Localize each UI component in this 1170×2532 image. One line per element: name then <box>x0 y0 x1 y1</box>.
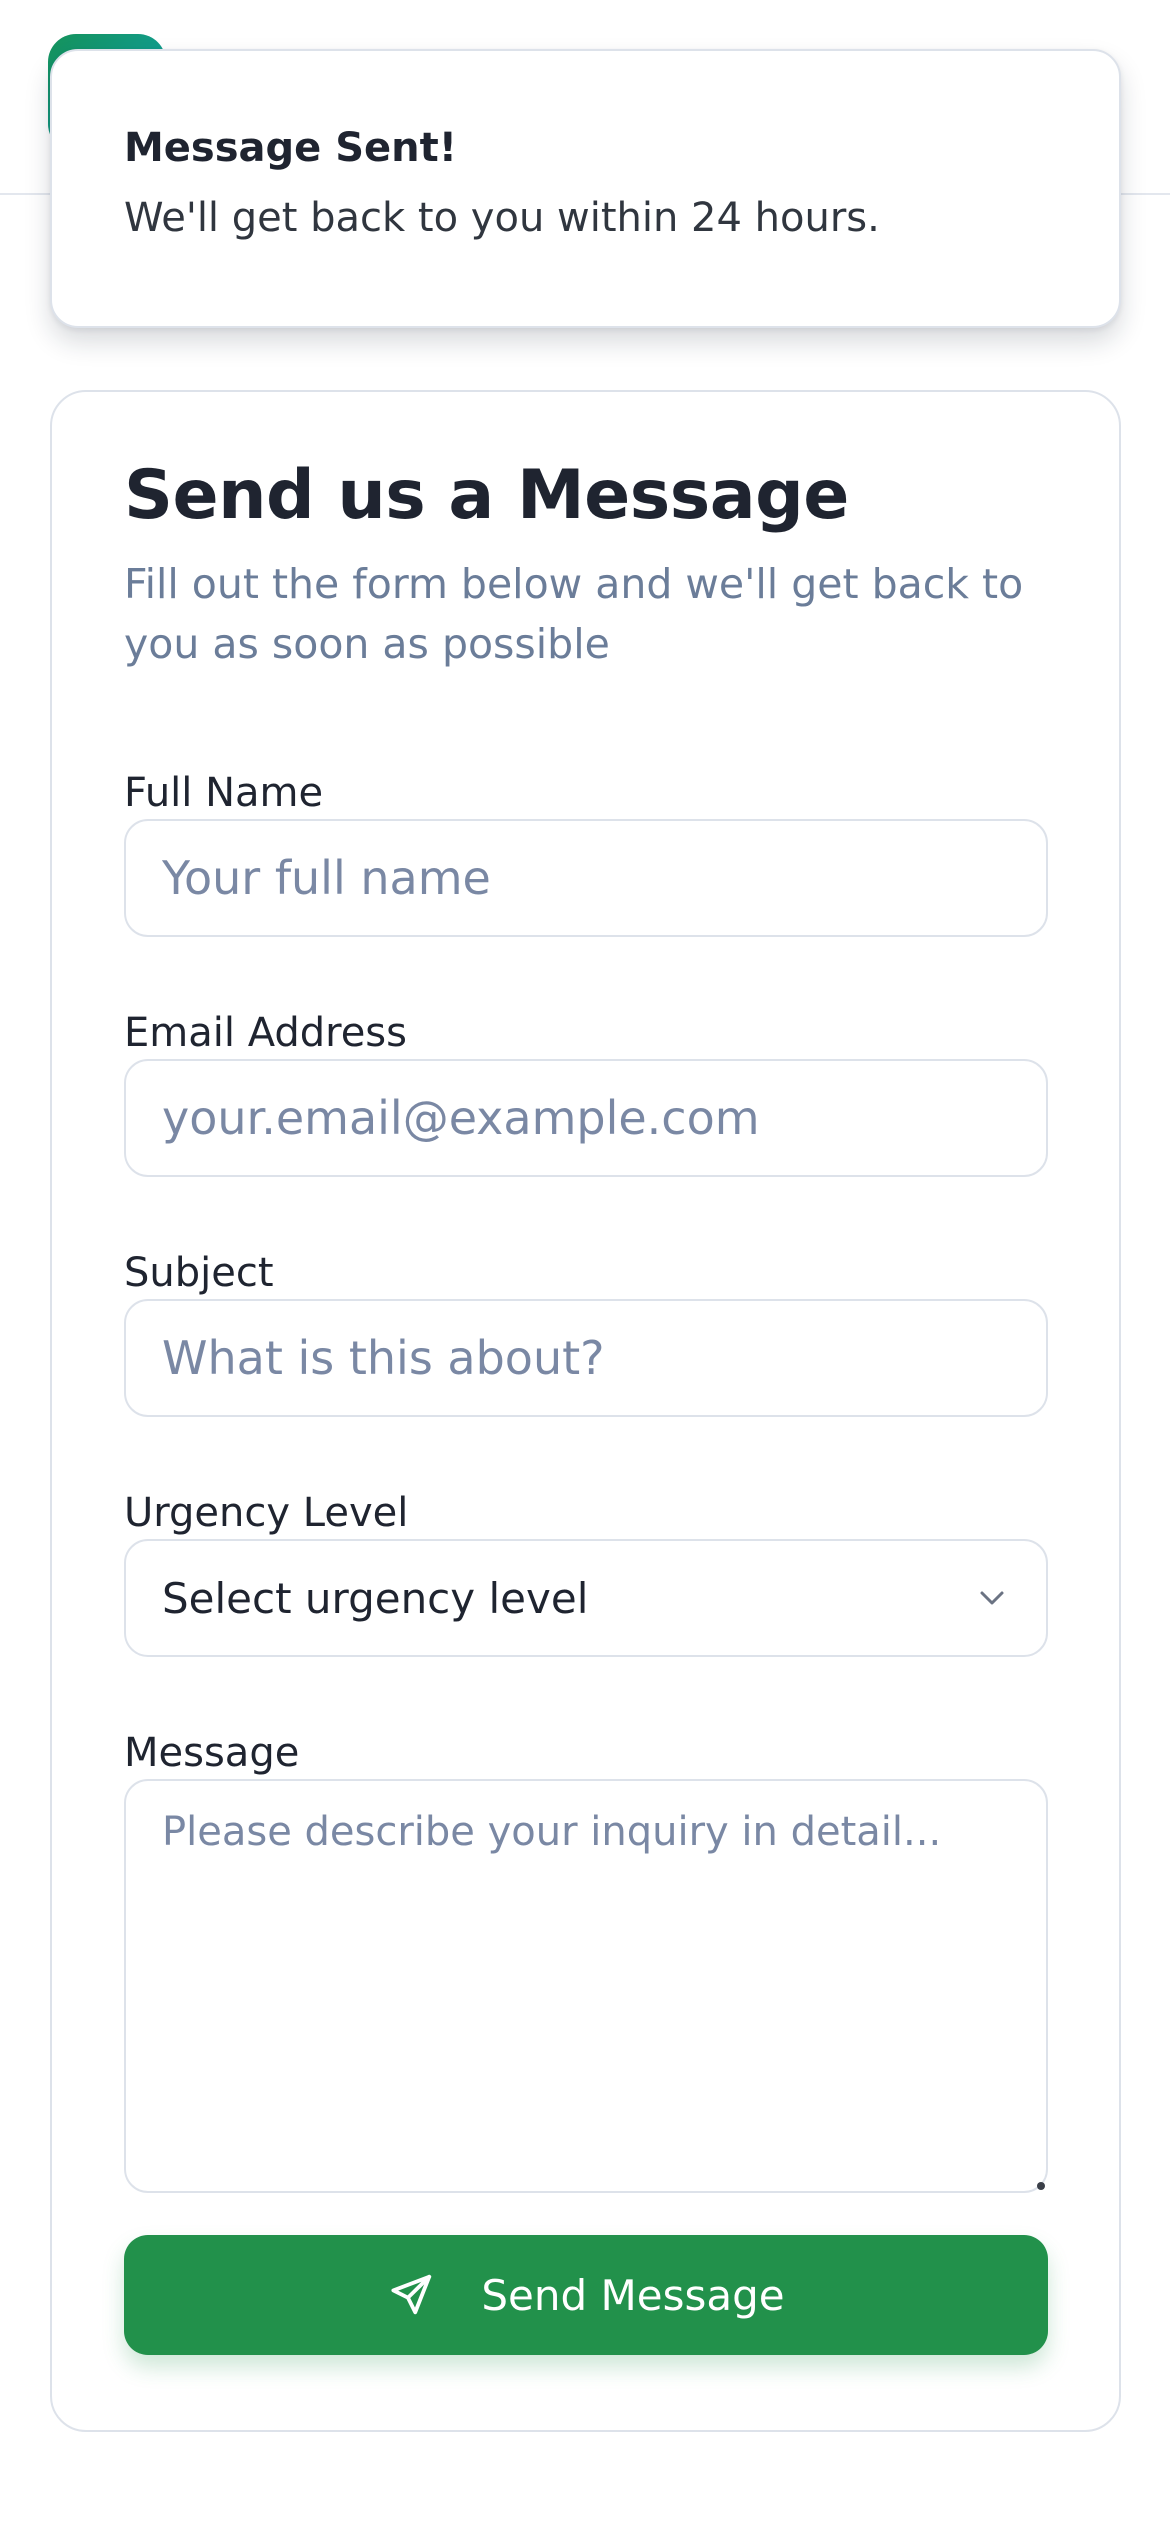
toast-title: Message Sent! <box>124 125 458 171</box>
form-title: Send us a Message <box>124 456 849 535</box>
send-icon <box>387 2271 435 2319</box>
urgency-label: Urgency Level <box>124 1490 409 1536</box>
message-label: Message <box>124 1730 300 1776</box>
contact-form-card: Send us a Message Fill out the form belo… <box>50 390 1121 2432</box>
form-subtitle: Fill out the form below and we'll get ba… <box>124 560 1024 668</box>
send-message-button[interactable]: Send Message <box>124 2235 1048 2355</box>
subject-input[interactable] <box>124 1299 1048 1417</box>
message-textarea[interactable] <box>124 1779 1048 2193</box>
subject-label: Subject <box>124 1250 274 1296</box>
email-input[interactable] <box>124 1059 1048 1177</box>
textarea-resize-handle[interactable] <box>1037 2182 1045 2190</box>
contact-page: Message Sent! We'll get back to you with… <box>0 0 1170 2532</box>
urgency-selected-value: Select urgency level <box>162 1573 589 1623</box>
full-name-label: Full Name <box>124 770 324 816</box>
email-label: Email Address <box>124 1010 407 1056</box>
success-toast[interactable]: Message Sent! We'll get back to you with… <box>50 49 1121 328</box>
chevron-down-icon <box>974 1580 1010 1616</box>
urgency-select[interactable]: Select urgency level <box>124 1539 1048 1657</box>
toast-message: We'll get back to you within 24 hours. <box>124 195 880 241</box>
send-button-label: Send Message <box>481 2270 785 2320</box>
full-name-input[interactable] <box>124 819 1048 937</box>
